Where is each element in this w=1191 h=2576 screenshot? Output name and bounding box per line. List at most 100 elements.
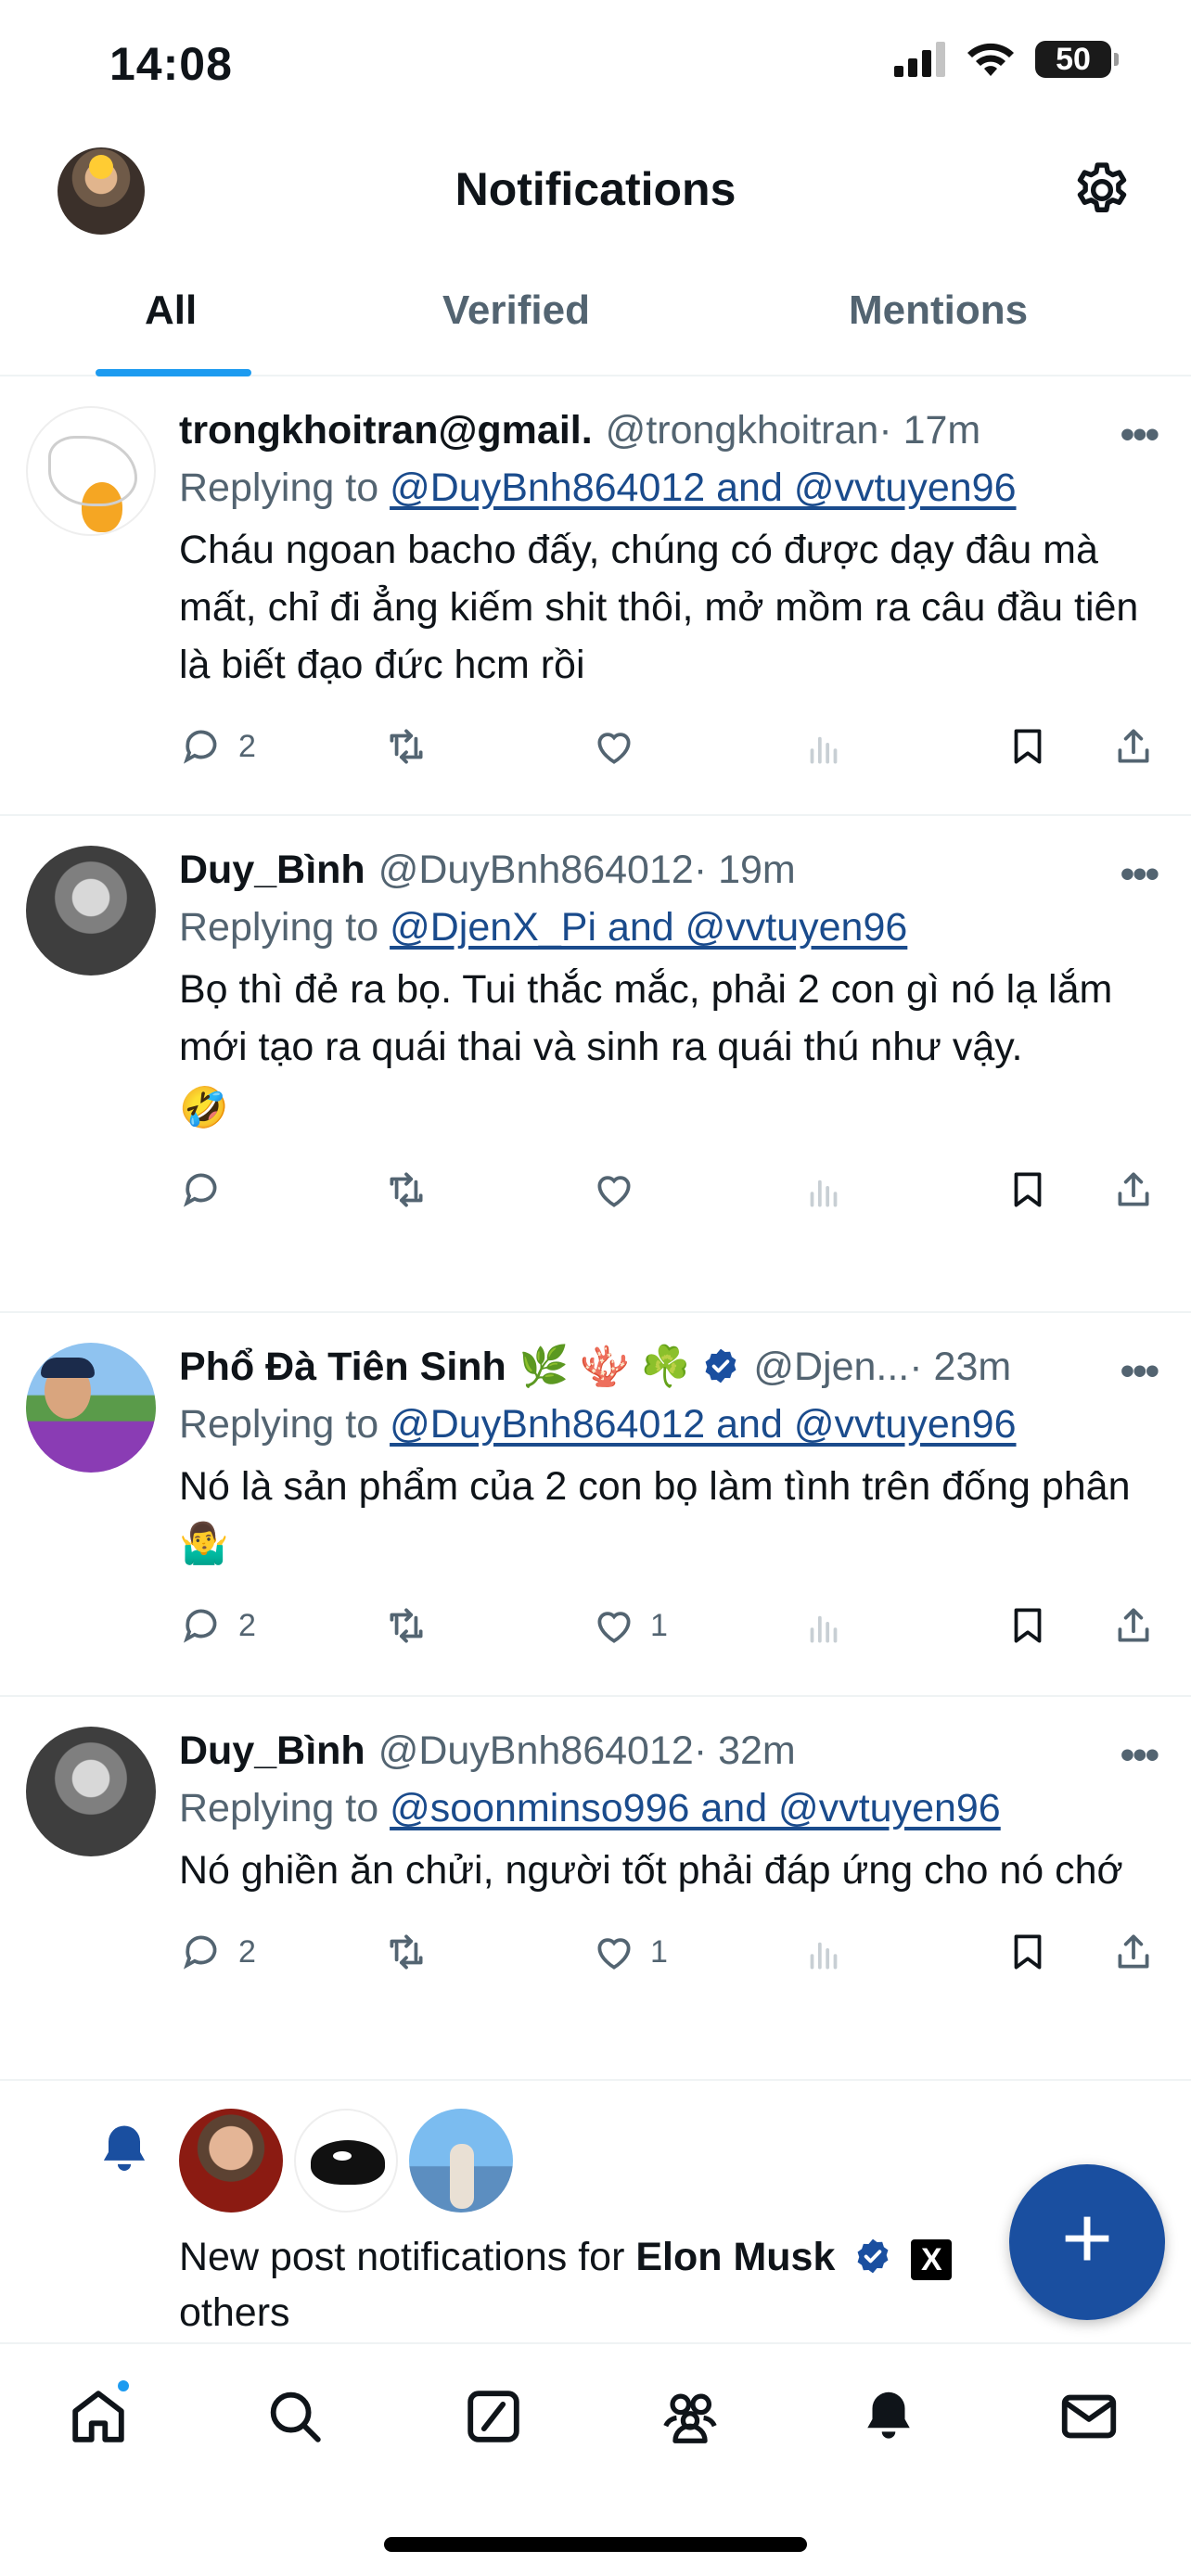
author-handle: @DuyBnh864012: [378, 848, 694, 892]
replying-to-link[interactable]: @DuyBnh864012 and @vvtuyen96: [390, 465, 1016, 510]
reply-button[interactable]: 2: [179, 723, 256, 770]
replying-prefix: Replying to: [179, 1402, 391, 1447]
reply-post[interactable]: ••• Duy_Bình @DuyBnh864012 · 19m Replyin…: [0, 816, 1191, 1313]
nav-notifications[interactable]: [853, 2381, 924, 2452]
reply-button[interactable]: [179, 1167, 238, 1213]
replying-prefix: Replying to: [179, 465, 391, 510]
nav-home[interactable]: [63, 2378, 134, 2452]
post-time: · 19m: [693, 848, 796, 892]
author-name[interactable]: Phổ Đà Tiên Sinh: [179, 1339, 506, 1395]
avatar[interactable]: [26, 1343, 156, 1473]
bookmark-button[interactable]: [1005, 1167, 1051, 1213]
author-name[interactable]: trongkhoitran@gmail.: [179, 402, 593, 458]
bookmark-button[interactable]: [1005, 1929, 1051, 1975]
post-time: · 23m: [909, 1345, 1012, 1389]
share-icon: [1118, 1172, 1149, 1206]
bell-icon: [867, 2391, 910, 2439]
repost-button[interactable]: [383, 1167, 429, 1213]
share-button[interactable]: [1110, 1167, 1157, 1213]
bookmark-button[interactable]: [1005, 1602, 1051, 1649]
analytics-icon: [810, 736, 838, 764]
replying-to-link[interactable]: @DuyBnh864012 and @vvtuyen96: [390, 1402, 1016, 1447]
like-button[interactable]: [591, 1167, 650, 1213]
like-button[interactable]: [591, 723, 650, 770]
avatar[interactable]: [179, 2109, 283, 2213]
author-handle: @DuyBnh864012: [378, 1728, 694, 1773]
notification-user-name[interactable]: Elon Musk: [635, 2235, 835, 2279]
repost-button[interactable]: [383, 1929, 429, 1975]
post-emoji: 🤣: [179, 1086, 229, 1130]
notifications-feed[interactable]: ••• trongkhoitran@gmail. @trongkhoitran …: [0, 376, 1191, 2340]
reply-count: 2: [238, 1607, 256, 1643]
gear-icon[interactable]: [1070, 159, 1133, 222]
status-bar: 14:08 50: [0, 0, 1191, 134]
verified-badge-icon: [857, 2238, 889, 2274]
tab-verified[interactable]: Verified: [442, 287, 590, 334]
page-title: Notifications: [455, 163, 736, 215]
more-options-icon[interactable]: •••: [1121, 1732, 1159, 1779]
nav-messages[interactable]: [1054, 2381, 1124, 2452]
views-button[interactable]: [800, 723, 847, 770]
views-button[interactable]: [800, 1929, 847, 1975]
avatar[interactable]: [409, 2109, 513, 2213]
post-text: Bọ thì đẻ ra bọ. Tui thắc mắc, phải 2 co…: [179, 967, 1113, 1069]
nav-search[interactable]: [260, 2381, 330, 2452]
repost-button[interactable]: [383, 1602, 429, 1649]
avatar[interactable]: [26, 846, 156, 976]
nav-communities[interactable]: [655, 2381, 725, 2452]
avatar[interactable]: [294, 2109, 398, 2213]
reply-button[interactable]: 2: [179, 1929, 256, 1975]
cellular-signal-icon: [894, 42, 945, 77]
search-icon: [270, 2391, 321, 2442]
views-button[interactable]: [800, 1602, 847, 1649]
author-name[interactable]: Duy_Bình: [179, 1723, 365, 1779]
repost-button[interactable]: [383, 723, 429, 770]
like-button[interactable]: 1: [591, 1602, 668, 1649]
bookmark-icon: [1014, 1172, 1042, 1207]
reply-icon: [183, 730, 217, 764]
replying-to-link[interactable]: @DjenX_Pi and @vvtuyen96: [390, 905, 907, 950]
nav-grok[interactable]: [458, 2381, 529, 2452]
repost-icon: [390, 729, 423, 764]
tab-all[interactable]: All: [145, 287, 197, 334]
post-time: · 32m: [693, 1728, 796, 1773]
bookmark-icon: [1014, 1608, 1042, 1643]
battery-indicator: 50: [1035, 41, 1119, 78]
home-indicator: [384, 2537, 807, 2552]
reply-post[interactable]: ••• Phổ Đà Tiên Sinh 🌿 🪸 ☘️ @Djen... · 2…: [0, 1313, 1191, 1697]
new-post-notification[interactable]: New post notifications for Elon Musk X o…: [0, 2081, 1191, 2340]
compose-post-button[interactable]: +: [1009, 2164, 1165, 2320]
wifi-icon: [967, 43, 1014, 76]
more-options-icon[interactable]: •••: [1121, 412, 1159, 458]
post-text: Nó là sản phẩm của 2 con bọ làm tình trê…: [179, 1464, 1131, 1566]
replying-to-link[interactable]: @soonminso996 and @vvtuyen96: [390, 1786, 1001, 1830]
more-options-icon[interactable]: •••: [1121, 1348, 1159, 1395]
reply-icon: [183, 1609, 217, 1643]
views-button[interactable]: [800, 1167, 847, 1213]
bookmark-button[interactable]: [1005, 723, 1051, 770]
like-count: 1: [650, 1933, 668, 1970]
reply-icon: [183, 1173, 217, 1207]
reply-post[interactable]: ••• Duy_Bình @DuyBnh864012 · 32m Replyin…: [0, 1697, 1191, 2081]
notification-text: New post notifications for Elon Musk X o…: [179, 2229, 995, 2340]
tab-mentions[interactable]: Mentions: [849, 287, 1028, 334]
x-affiliate-badge-icon: X: [911, 2238, 953, 2280]
avatar[interactable]: [26, 406, 156, 536]
share-icon: [1118, 729, 1149, 763]
post-time: · 17m: [878, 408, 981, 453]
author-handle: @trongkhoitran: [605, 408, 879, 453]
bell-icon: [103, 2125, 146, 2171]
share-button[interactable]: [1110, 1929, 1157, 1975]
heart-icon: [597, 1612, 631, 1643]
share-button[interactable]: [1110, 1602, 1157, 1649]
like-button[interactable]: 1: [591, 1929, 668, 1975]
author-name[interactable]: Duy_Bình: [179, 842, 365, 898]
avatar[interactable]: [26, 1727, 156, 1856]
share-button[interactable]: [1110, 723, 1157, 770]
reply-button[interactable]: 2: [179, 1602, 256, 1649]
post-text: Cháu ngoan bacho đấy, chúng có được dạy …: [179, 528, 1139, 687]
post-text: Nó ghiền ăn chửi, người tốt phải đáp ứng…: [179, 1848, 1123, 1893]
more-options-icon[interactable]: •••: [1121, 851, 1159, 898]
reply-post[interactable]: ••• trongkhoitran@gmail. @trongkhoitran …: [0, 376, 1191, 816]
share-icon: [1118, 1608, 1149, 1642]
